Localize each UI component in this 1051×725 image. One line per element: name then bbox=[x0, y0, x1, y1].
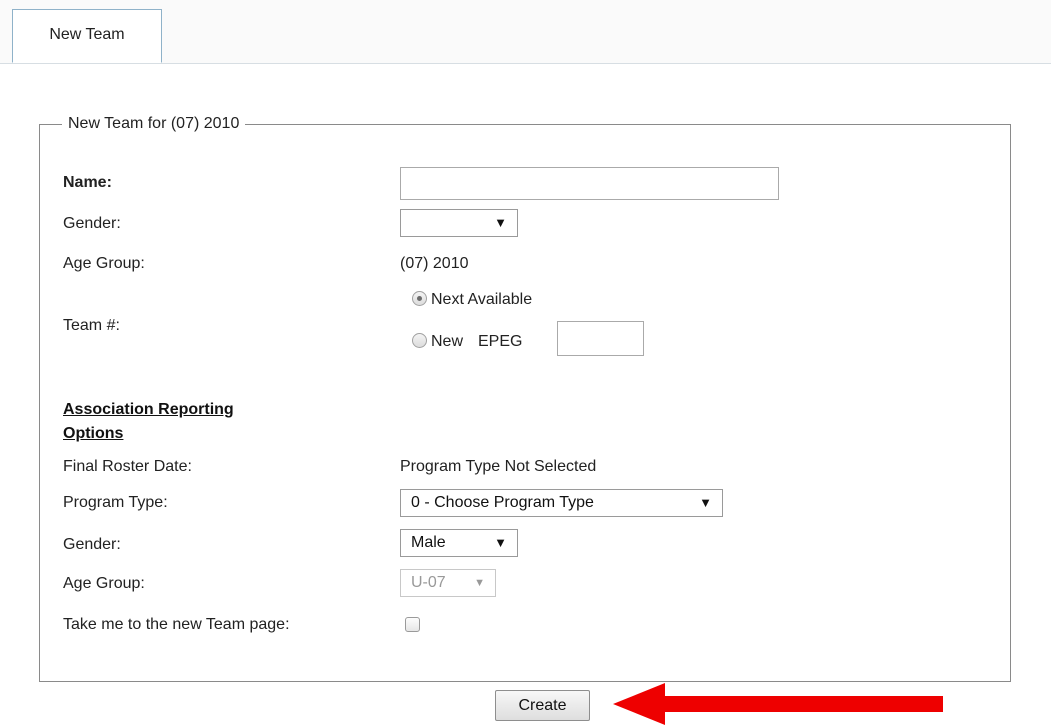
program-type-select[interactable]: 0 - Choose Program Type ▼ bbox=[400, 489, 723, 517]
program-type-label: Program Type: bbox=[63, 494, 168, 511]
association-gender-select-value: Male bbox=[411, 534, 446, 551]
tab-new-team[interactable]: New Team bbox=[12, 9, 162, 63]
team-number-label: Team #: bbox=[63, 317, 120, 334]
gender-select[interactable]: ▼ bbox=[400, 209, 518, 237]
association-gender-label: Gender: bbox=[63, 536, 121, 553]
association-heading-line2: Options bbox=[63, 425, 124, 442]
chevron-down-icon: ▼ bbox=[494, 535, 507, 550]
final-roster-label: Final Roster Date: bbox=[63, 458, 192, 475]
name-label: Name: bbox=[63, 174, 112, 191]
team-number-next-available-radio[interactable] bbox=[412, 291, 427, 306]
team-number-next-available-label: Next Available bbox=[431, 291, 533, 308]
chevron-down-icon: ▼ bbox=[699, 495, 712, 510]
team-number-new-radio[interactable] bbox=[412, 333, 427, 348]
association-age-group-label: Age Group: bbox=[63, 575, 145, 592]
team-number-prefix: EPEG bbox=[478, 333, 523, 350]
take-me-label: Take me to the new Team page: bbox=[63, 616, 290, 633]
chevron-down-icon: ▼ bbox=[474, 577, 485, 589]
association-age-group-select-value: U-07 bbox=[411, 574, 446, 591]
age-group-value: (07) 2010 bbox=[400, 255, 469, 272]
fieldset-legend: New Team for (07) 2010 bbox=[62, 113, 246, 135]
gender-label: Gender: bbox=[63, 215, 121, 232]
association-gender-select[interactable]: Male ▼ bbox=[400, 529, 518, 557]
program-type-select-value: 0 - Choose Program Type bbox=[411, 494, 594, 511]
red-arrow-icon bbox=[613, 683, 943, 725]
age-group-label: Age Group: bbox=[63, 255, 145, 272]
take-me-checkbox[interactable] bbox=[405, 617, 420, 632]
tab-bar: New Team bbox=[0, 0, 1051, 64]
team-number-new-label: New bbox=[431, 333, 464, 350]
name-input[interactable] bbox=[400, 167, 779, 200]
create-button[interactable]: Create bbox=[495, 690, 590, 721]
chevron-down-icon: ▼ bbox=[494, 215, 507, 230]
team-number-input[interactable] bbox=[557, 321, 644, 356]
association-age-group-select: U-07 ▼ bbox=[400, 569, 496, 597]
association-heading-line1: Association Reporting bbox=[63, 401, 234, 418]
final-roster-value: Program Type Not Selected bbox=[400, 458, 597, 475]
